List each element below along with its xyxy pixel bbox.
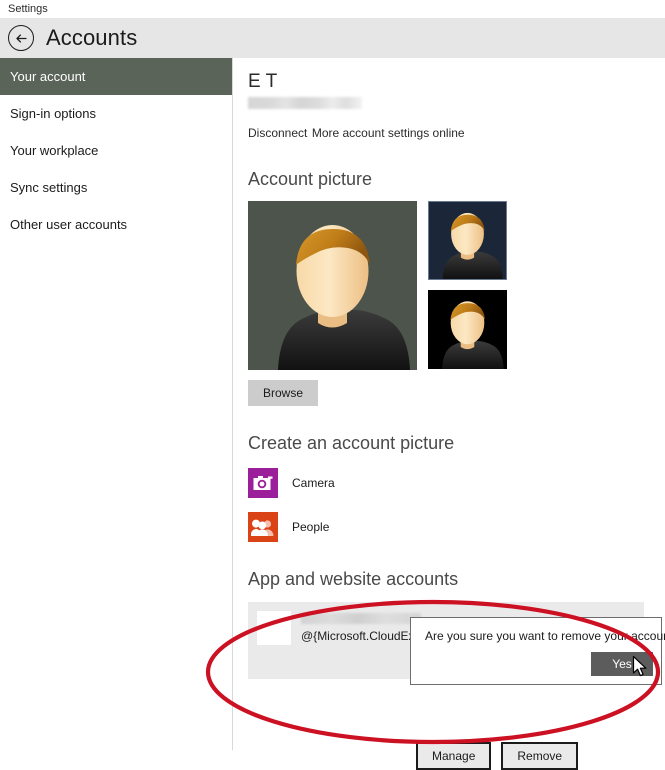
sidebar-item-your-account[interactable]: Your account xyxy=(0,58,232,95)
more-account-settings-link[interactable]: More account settings online xyxy=(312,126,465,140)
settings-sidebar: Your account Sign-in options Your workpl… xyxy=(0,58,233,750)
recent-pictures xyxy=(428,201,507,370)
people-label: People xyxy=(292,520,330,534)
sidebar-item-label: Your workplace xyxy=(10,143,99,158)
browse-button[interactable]: Browse xyxy=(248,380,319,406)
sidebar-item-your-workplace[interactable]: Your workplace xyxy=(0,132,232,169)
sidebar-item-sync-settings[interactable]: Sync settings xyxy=(0,169,232,206)
dialog-yes-button[interactable]: Yes xyxy=(591,652,653,676)
account-picture-heading: Account picture xyxy=(248,169,373,189)
app-website-accounts-heading: App and website accounts xyxy=(248,569,459,589)
sidebar-item-label: Sync settings xyxy=(10,180,88,195)
app-account-actions: Manage Remove xyxy=(416,742,579,770)
back-arrow-icon[interactable] xyxy=(8,25,34,51)
camera-icon xyxy=(248,468,278,498)
sidebar-item-label: Other user accounts xyxy=(10,217,128,232)
remove-account-confirm-dialog: Are you sure you want to remove your acc… xyxy=(410,617,665,685)
window-titlebar: Settings xyxy=(0,0,665,18)
current-account-picture[interactable] xyxy=(248,201,417,370)
window-title: Settings xyxy=(8,3,48,15)
manage-button[interactable]: Manage xyxy=(416,742,492,770)
camera-label: Camera xyxy=(292,476,335,490)
create-picture-people[interactable]: People xyxy=(248,512,665,542)
page-title: Accounts xyxy=(46,25,138,50)
app-account-thumbnail xyxy=(257,611,291,645)
sidebar-item-label: Your account xyxy=(10,69,86,84)
sidebar-item-sign-in-options[interactable]: Sign-in options xyxy=(0,95,232,132)
dialog-message: Are you sure you want to remove your acc… xyxy=(425,629,665,643)
sidebar-item-label: Sign-in options xyxy=(10,106,96,121)
people-icon xyxy=(248,512,278,542)
sidebar-item-other-user-accounts[interactable]: Other user accounts xyxy=(0,206,232,243)
create-account-picture-heading: Create an account picture xyxy=(248,433,455,453)
create-picture-camera[interactable]: Camera xyxy=(248,468,665,498)
account-email-redacted xyxy=(248,97,362,109)
account-picture-gallery xyxy=(248,201,665,370)
account-display-name: E T xyxy=(248,71,278,92)
recent-picture-2[interactable] xyxy=(428,290,507,369)
remove-button[interactable]: Remove xyxy=(501,742,579,770)
recent-picture-1[interactable] xyxy=(428,201,507,280)
page-header: Accounts xyxy=(0,18,665,58)
disconnect-link[interactable]: Disconnect xyxy=(248,126,307,140)
app-account-name-redacted xyxy=(301,613,421,624)
